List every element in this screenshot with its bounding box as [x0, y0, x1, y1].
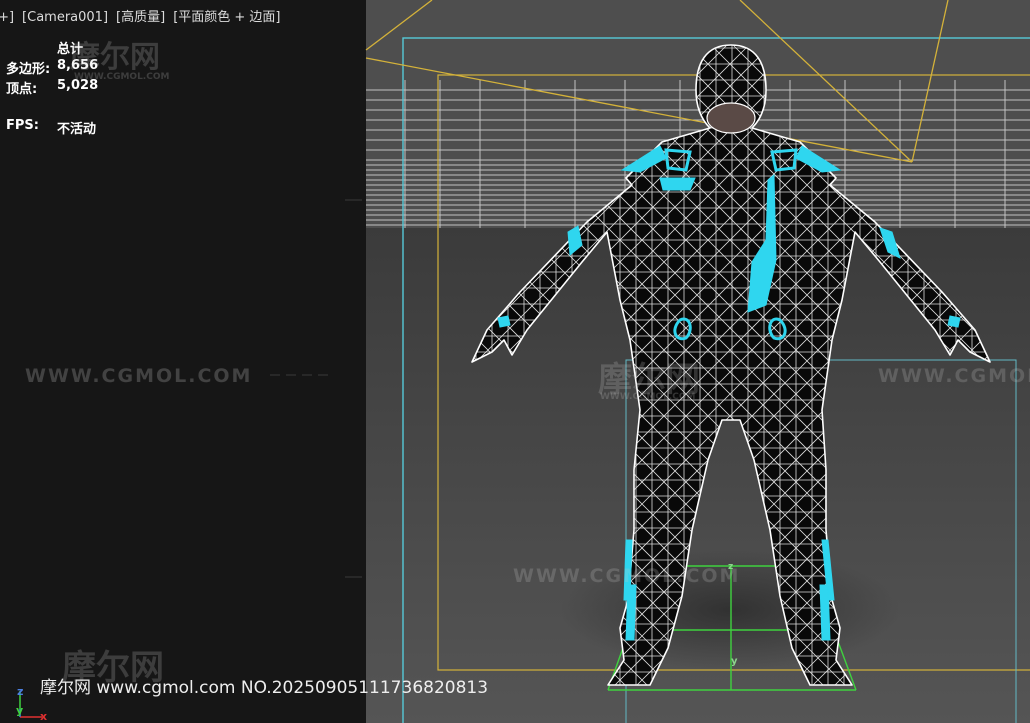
- watermark-site-bottom: WWW.CGMOL.COM: [513, 565, 741, 587]
- watermark-logo-top: 摩尔网: [70, 40, 160, 75]
- viewport-shading-label[interactable]: [平面颜色 + 边面]: [173, 10, 280, 25]
- viewport-label[interactable]: [+] [Camera001] [高质量] [平面颜色 + 边面]: [0, 6, 289, 25]
- viewport-quality-label[interactable]: [高质量]: [116, 10, 165, 25]
- stats-fps-value: 不活动: [57, 122, 97, 137]
- watermark-site-right: WWW.CGMOL.COM: [878, 365, 1030, 387]
- axis-label-x: x: [40, 710, 48, 723]
- watermark-site-left: WWW.CGMOL.COM: [25, 365, 253, 387]
- stats-vertices-label: 顶点:: [6, 82, 38, 97]
- grid-axis-label-y: y: [731, 656, 738, 667]
- viewport-guides: [270, 199, 362, 578]
- viewport-camera-label[interactable]: [Camera001]: [22, 10, 108, 25]
- footer-watermark-text: 摩尔网 www.cgmol.com NO.2025090511173682081…: [40, 678, 489, 698]
- watermark-small-top: WWW.CGMOL.COM: [74, 72, 170, 82]
- watermark-small-center: WWW.CGMOL.COM: [600, 392, 696, 402]
- axis-label-y: y: [16, 704, 24, 717]
- axis-label-z: z: [17, 685, 24, 698]
- viewport[interactable]: [+][Camera001][高质量][平面颜色 + 边面] 总计 多边形: 8…: [0, 0, 1030, 723]
- grid-axis-label-z: z: [728, 562, 734, 572]
- scene-canvas[interactable]: [0, 0, 1030, 723]
- stats-fps-label: FPS:: [6, 118, 39, 133]
- stats-polygons-label: 多边形:: [6, 62, 51, 77]
- viewport-menu-plus[interactable]: [+]: [0, 10, 14, 25]
- helmet-visor: [706, 102, 756, 134]
